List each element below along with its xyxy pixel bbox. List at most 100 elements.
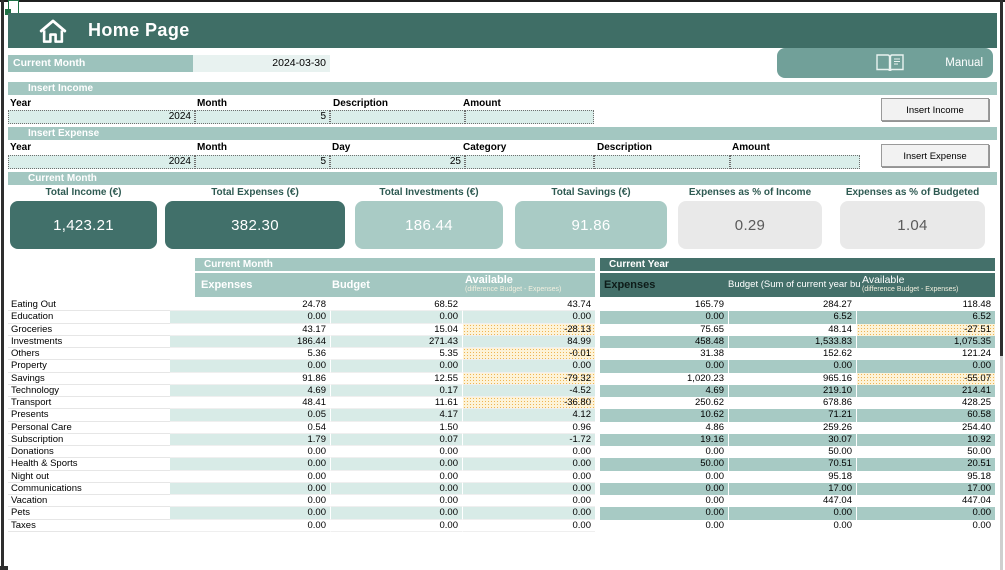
- month-expenses-cell: 0.00: [195, 311, 330, 324]
- year-budget-cell: 0.00: [728, 360, 856, 373]
- category-label: Education: [8, 311, 170, 324]
- month-expenses-cell: 186.44: [195, 335, 330, 348]
- month-expenses-cell: 0.00: [195, 471, 330, 483]
- table-row: Presents 0.05 4.17 4.12 10.62 71.21 60.58: [8, 409, 995, 422]
- year-budget-cell: 0.00: [728, 519, 856, 532]
- row-filler: [170, 495, 195, 508]
- row-filler: [170, 384, 195, 397]
- year-expenses-cell: 0.00: [600, 360, 728, 373]
- year-available-cell: 0.00: [856, 507, 995, 520]
- row-filler: [170, 458, 195, 471]
- row-filler: [170, 433, 195, 446]
- income-month-input[interactable]: 5: [195, 110, 330, 124]
- year-budget-cell: 30.07: [728, 433, 856, 446]
- year-available-cell: 1,075.35: [856, 335, 995, 348]
- insert-expense-section-bar: Insert Expense: [8, 127, 997, 140]
- table-row: Education 0.00 0.00 0.00 0.00 6.52 6.52: [8, 311, 995, 324]
- month-available-cell: 0.00: [462, 311, 595, 324]
- category-label: Taxes: [8, 519, 170, 532]
- month-available-cell: -36.80: [462, 397, 595, 410]
- expense-month-input[interactable]: 5: [195, 155, 330, 169]
- year-expenses-cell: 10.62: [600, 409, 728, 422]
- month-expenses-cell: 5.36: [195, 348, 330, 361]
- card-label: Total Investments (€): [379, 187, 479, 198]
- insert-expense-button[interactable]: Insert Expense: [881, 144, 989, 167]
- month-available-cell: 0.00: [462, 458, 595, 471]
- year-expenses-cell: 458.48: [600, 335, 728, 348]
- card-label: Expenses as % of Income: [688, 187, 812, 198]
- expense-day-input[interactable]: 25: [330, 155, 465, 169]
- year-available-cell: -55.07: [856, 372, 995, 385]
- month-budget-cell: 0.07: [330, 433, 462, 446]
- month-expenses-cell: 48.41: [195, 397, 330, 410]
- card-total-savings: Total Savings (€) 91.86: [515, 186, 667, 249]
- income-year-label: Year: [10, 98, 32, 109]
- year-available-cell: 0.00: [856, 519, 995, 532]
- card-value: 1.04: [840, 201, 985, 249]
- month-available-cell: 84.99: [462, 335, 595, 348]
- page-title: Home Page: [88, 20, 190, 40]
- income-year-input[interactable]: 2024: [8, 110, 195, 124]
- year-expenses-cell: 4.69: [600, 384, 728, 397]
- month-expenses-cell: 24.78: [195, 299, 330, 312]
- page-header: Home Page: [8, 13, 997, 48]
- expense-category-input[interactable]: [465, 155, 594, 169]
- card-label: Total Income (€): [45, 187, 122, 198]
- category-label: Transport: [8, 397, 170, 410]
- row-filler: [170, 520, 195, 532]
- category-label: Night out: [8, 470, 170, 483]
- current-month-date-cell[interactable]: 2024-03-30: [193, 55, 330, 72]
- category-label: Others: [8, 348, 170, 361]
- month-available-cell: 43.74: [462, 299, 595, 312]
- year-col-expenses: Expenses: [604, 279, 656, 291]
- year-available-cell: 60.58: [856, 409, 995, 422]
- year-budget-cell: 152.62: [728, 348, 856, 361]
- month-available-cell: -4.52: [462, 384, 595, 397]
- month-budget-cell: 15.04: [330, 323, 462, 336]
- category-label: Health & Sports: [8, 458, 170, 471]
- month-expenses-cell: 0.05: [195, 409, 330, 422]
- year-budget-cell: 17.00: [728, 482, 856, 495]
- manual-button[interactable]: Manual: [777, 48, 993, 78]
- table-row: Property 0.00 0.00 0.00 0.00 0.00 0.00: [8, 360, 995, 373]
- expense-year-label: Year: [10, 142, 32, 153]
- table-row: Taxes 0.00 0.00 0.00 0.00 0.00 0.00: [8, 519, 995, 532]
- month-expenses-cell: 1.79: [195, 433, 330, 446]
- table-row: Technology 4.69 0.17 -4.52 4.69 219.10 214.41: [8, 384, 995, 397]
- current-month-label: Current Month: [8, 55, 193, 72]
- month-available-cell: 4.12: [462, 409, 595, 422]
- expense-amount-input[interactable]: [730, 155, 860, 169]
- month-available-cell: -0.01: [462, 348, 595, 361]
- month-budget-cell: 0.00: [330, 311, 462, 324]
- row-filler: [170, 482, 195, 495]
- year-expenses-cell: 0.00: [600, 507, 728, 520]
- category-label: Investments: [8, 335, 170, 348]
- insert-income-button[interactable]: Insert Income: [881, 98, 989, 121]
- month-budget-cell: 271.43: [330, 335, 462, 348]
- month-budget-cell: 4.17: [330, 409, 462, 422]
- table-row: Personal Care 0.54 1.50 0.96 4.86 259.26 254.4…: [8, 421, 995, 434]
- card-value: 0.29: [678, 201, 822, 249]
- category-label: Presents: [8, 409, 170, 422]
- card-expenses-pct-income: Expenses as % of Income 0.29: [678, 186, 822, 249]
- year-available-cell: 118.48: [856, 299, 995, 312]
- income-amount-label: Amount: [463, 98, 501, 109]
- year-expenses-cell: 250.62: [694, 397, 724, 408]
- year-expenses-cell: 0.00: [705, 495, 725, 506]
- table-row: Communications 0.00 0.00 0.00 0.00 17.00 17.00: [8, 482, 995, 495]
- year-expenses-cell: 19.16: [600, 433, 728, 446]
- income-amount-input[interactable]: [465, 110, 594, 124]
- income-description-input[interactable]: [330, 110, 465, 124]
- month-budget-cell: 0.17: [330, 384, 462, 397]
- year-expenses-cell: 0.00: [705, 470, 725, 482]
- expense-year-input[interactable]: 2024: [8, 155, 195, 169]
- expense-day-label: Day: [332, 142, 351, 153]
- year-expenses-cell: 0.00: [705, 446, 725, 457]
- expense-description-input[interactable]: [594, 155, 730, 169]
- month-budget-cell: 5.35: [330, 348, 462, 361]
- year-expenses-cell: 1,020.23: [687, 372, 724, 384]
- category-label: Communications: [8, 482, 170, 495]
- category-label: Pets: [8, 507, 170, 520]
- month-budget-cell: 0.00: [330, 507, 462, 520]
- year-budget-cell: 1,533.83: [728, 335, 856, 348]
